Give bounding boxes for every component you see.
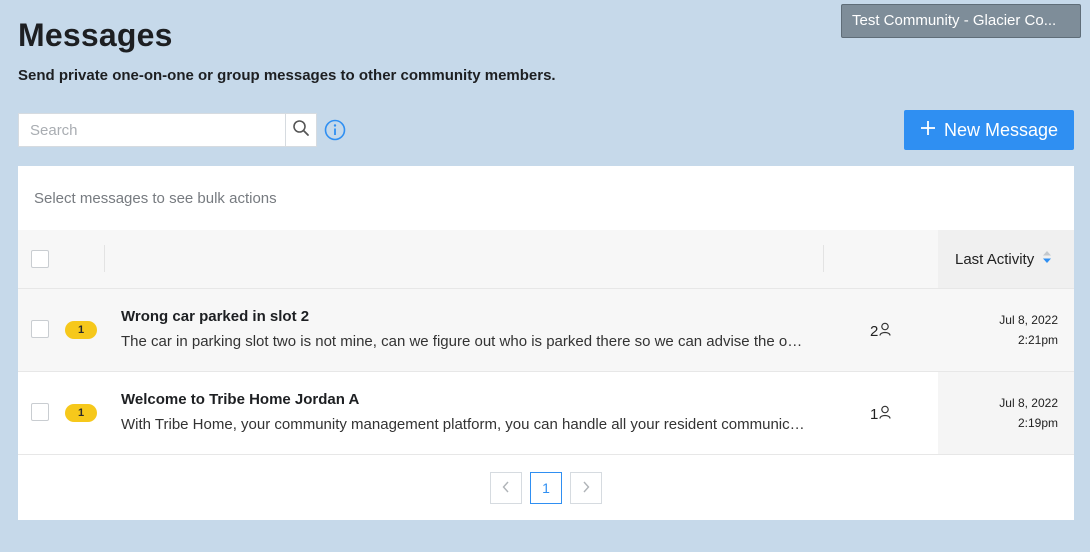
participant-count: 1 [870, 405, 891, 423]
last-activity-label: Last Activity [955, 250, 1035, 268]
messages-panel: Select messages to see bulk actions Last… [18, 166, 1074, 520]
column-divider [823, 245, 824, 272]
participant-count-value: 1 [870, 405, 879, 423]
person-icon [879, 322, 891, 340]
message-title[interactable]: Welcome to Tribe Home Jordan A [121, 391, 359, 408]
next-page-button[interactable] [570, 472, 602, 504]
last-activity-header[interactable]: Last Activity [938, 230, 1074, 288]
row-checkbox[interactable] [31, 320, 49, 338]
search-button[interactable] [285, 113, 317, 147]
community-switcher-button[interactable]: Test Community - Glacier Co... [841, 4, 1081, 38]
last-activity-time: 2:19pm [1017, 416, 1058, 430]
last-activity-date: Jul 8, 2022 [999, 396, 1058, 410]
new-message-label: New Message [943, 119, 1059, 140]
table-row[interactable]: 1 Wrong car parked in slot 2 The car in … [18, 289, 1074, 372]
page-subtitle: Send private one-on-one or group message… [18, 67, 556, 84]
last-activity: Jul 8, 2022 2:19pm [999, 393, 1058, 433]
prev-page-button[interactable] [490, 472, 522, 504]
last-activity: Jul 8, 2022 2:21pm [999, 310, 1058, 350]
message-preview: With Tribe Home, your community manageme… [121, 416, 811, 433]
table-row[interactable]: 1 Welcome to Tribe Home Jordan A With Tr… [18, 372, 1074, 455]
plus-icon [920, 120, 936, 141]
last-activity-time: 2:21pm [1017, 333, 1058, 347]
last-activity-date: Jul 8, 2022 [999, 313, 1058, 327]
unread-badge: 1 [65, 321, 97, 339]
search-icon [292, 119, 310, 142]
message-preview: The car in parking slot two is not mine,… [121, 333, 811, 350]
column-divider [104, 245, 105, 272]
page-button[interactable]: 1 [530, 472, 562, 504]
person-icon [879, 405, 891, 423]
new-message-button[interactable]: New Message [904, 110, 1074, 150]
search-box [18, 113, 317, 147]
table-header: Last Activity [18, 230, 1074, 289]
select-all-checkbox[interactable] [31, 250, 49, 268]
bulk-actions-hint: Select messages to see bulk actions [34, 190, 277, 207]
message-title[interactable]: Wrong car parked in slot 2 [121, 308, 309, 325]
info-icon[interactable] [323, 118, 346, 141]
participant-count-value: 2 [870, 322, 879, 340]
chevron-right-icon [582, 480, 590, 496]
chevron-left-icon [502, 480, 510, 496]
row-checkbox[interactable] [31, 403, 49, 421]
page-title: Messages [18, 17, 173, 53]
unread-badge: 1 [65, 404, 97, 422]
participant-count: 2 [870, 322, 891, 340]
search-input[interactable] [19, 114, 285, 146]
sort-icon [1042, 250, 1052, 268]
